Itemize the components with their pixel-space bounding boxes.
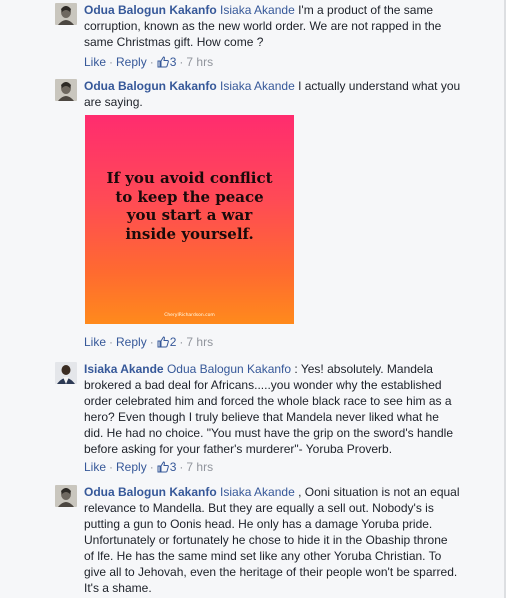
comment-mention[interactable]: Isiaka Akande xyxy=(220,3,295,17)
comment-text-line: corruption, known as the new world order… xyxy=(84,19,442,33)
comment-text-line: order celebrated him and forced the whol… xyxy=(84,394,452,408)
comment-text: : Yes! absolutely. Mandela xyxy=(291,362,433,376)
avatar[interactable] xyxy=(55,3,77,25)
reply-link[interactable]: Reply xyxy=(116,335,147,349)
like-link[interactable]: Like xyxy=(84,55,106,69)
quote-text: If you avoid conflict to keep the peace … xyxy=(106,169,273,243)
comment-actions: Like · Reply · 3 · 7 hrs xyxy=(84,460,214,474)
like-count[interactable]: 3 xyxy=(157,55,177,69)
thumbs-up-icon xyxy=(157,336,169,348)
comment-actions: Like · Reply · 2 · 7 hrs xyxy=(84,335,214,349)
avatar[interactable] xyxy=(55,362,77,384)
attached-quote-image[interactable]: If you avoid conflict to keep the peace … xyxy=(85,115,294,324)
comment-actions: Like · Reply · 3 · 7 hrs xyxy=(84,55,214,69)
like-link[interactable]: Like xyxy=(84,460,106,474)
comment-text-line: relevance to Mandella. But they are equa… xyxy=(84,501,434,515)
timestamp[interactable]: 7 hrs xyxy=(186,335,213,349)
like-count-value: 3 xyxy=(169,55,177,69)
like-count[interactable]: 3 xyxy=(157,460,177,474)
comment-text-line: did. He had no choice. "You must have th… xyxy=(84,426,454,440)
comment-mention[interactable]: Isiaka Akande xyxy=(220,485,295,499)
comment-text-line: are saying. xyxy=(84,95,143,109)
comment-text: I'm a product of the same xyxy=(294,3,434,17)
comment-text-line: give all to Jehovah, even the heritage o… xyxy=(84,565,458,579)
comment-text-line: same Christmas gift. How come ? xyxy=(84,35,264,49)
reply-link[interactable]: Reply xyxy=(116,460,147,474)
timestamp[interactable]: 7 hrs xyxy=(186,460,213,474)
avatar[interactable] xyxy=(55,79,77,101)
comment-text: I actually understand what you xyxy=(294,79,461,93)
comment-text: , Ooni situation is not an equal xyxy=(294,485,460,499)
avatar[interactable] xyxy=(55,485,77,507)
comment-text-line: Unfortunately or fortunately he chose to… xyxy=(84,533,448,547)
comment-mention[interactable]: Odua Balogun Kakanfo xyxy=(167,362,291,376)
like-link[interactable]: Like xyxy=(84,335,106,349)
thumbs-up-icon xyxy=(157,56,169,68)
comment-text-line: hero? Even though I truly believe that M… xyxy=(84,410,439,424)
comment-author[interactable]: Odua Balogun Kakanfo xyxy=(84,3,217,17)
comment-text-line: brokered a bad deal for Africans.....you… xyxy=(84,378,442,392)
timestamp[interactable]: 7 hrs xyxy=(186,55,213,69)
like-count-value: 3 xyxy=(169,460,177,474)
comment-text-line: of lfe. He has the same mind set like an… xyxy=(84,549,442,563)
image-credit: CherylRichardson.com xyxy=(164,313,215,318)
comment-mention[interactable]: Isiaka Akande xyxy=(220,79,295,93)
comment-text-line: It's a shame. xyxy=(84,581,152,595)
like-count[interactable]: 2 xyxy=(157,335,177,349)
comment-author[interactable]: Isiaka Akande xyxy=(84,362,164,376)
comment-author[interactable]: Odua Balogun Kakanfo xyxy=(84,485,217,499)
comment-author[interactable]: Odua Balogun Kakanfo xyxy=(84,79,217,93)
reply-link[interactable]: Reply xyxy=(116,55,147,69)
comment-text-line: putting a gun to Oonis head. He only has… xyxy=(84,517,433,531)
like-count-value: 2 xyxy=(169,335,177,349)
thumbs-up-icon xyxy=(157,461,169,473)
comment-text-line: before asking for your father's murderer… xyxy=(84,442,393,456)
